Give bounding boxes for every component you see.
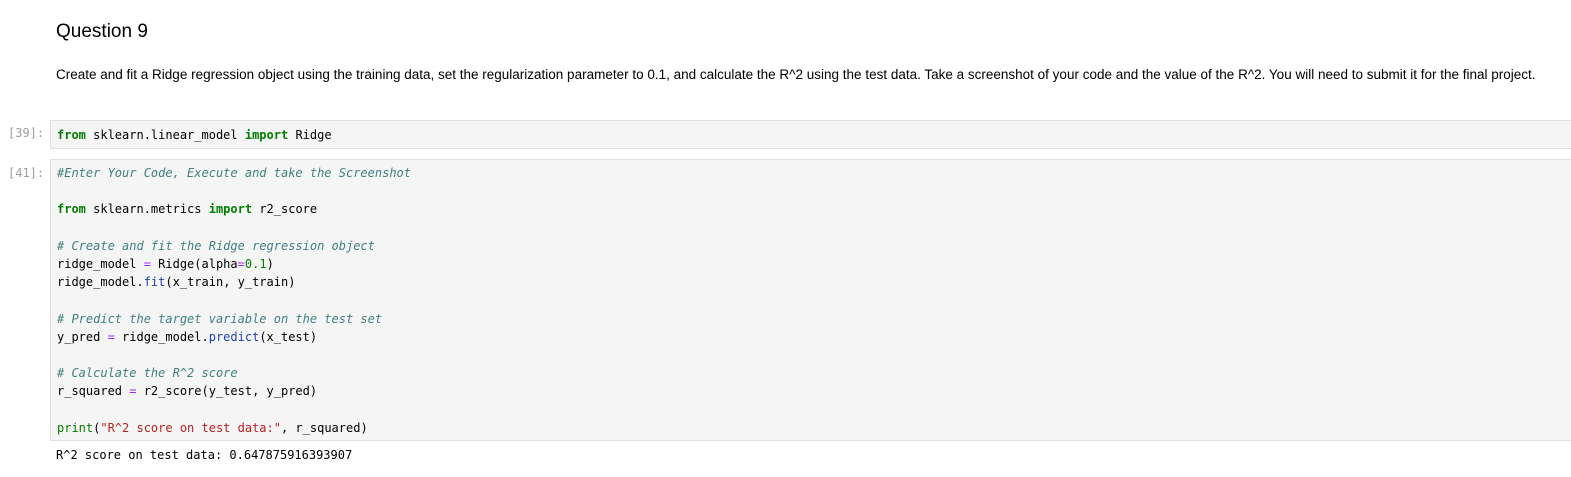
code-cell-ridge-model[interactable]: #Enter Your Code, Execute and take the S… [50, 159, 1571, 441]
code-text: r_squared [57, 384, 130, 399]
number-literal: 0.1 [244, 257, 267, 272]
code-text: ridge_model [57, 257, 144, 272]
code-comment: #Enter Your Code, Execute and take the S… [57, 166, 412, 180]
code-comment: # Create and fit the Ridge regression ob… [57, 238, 375, 253]
code-text: (x_test) [259, 329, 318, 344]
method-name: predict [208, 329, 260, 344]
code-text: ) [266, 257, 274, 272]
code-editor[interactable]: from sklearn.linear_model import Ridge [51, 121, 1571, 144]
markdown-cell[interactable]: Question 9 Create and fit a Ridge regres… [56, 18, 1556, 86]
method-name: fit [143, 275, 166, 290]
code-text: , r_squared) [280, 420, 368, 435]
operator: = [143, 257, 151, 272]
code-text: y_pred [57, 329, 108, 344]
question-heading: Question 9 [56, 21, 148, 42]
cell-prompt-39: [39]: [8, 126, 45, 140]
cell-output: R^2 score on test data: 0.64787591639390… [56, 448, 353, 462]
code-editor[interactable]: #Enter Your Code, Execute and take the S… [51, 160, 1571, 437]
keyword: from [57, 202, 86, 217]
builtin-function: print [57, 420, 94, 435]
code-text: Ridge [288, 128, 332, 142]
operator: = [237, 257, 245, 272]
code-text: (x_train, y_train) [165, 275, 296, 290]
keyword: import [208, 202, 253, 217]
code-cell-import-ridge[interactable]: from sklearn.linear_model import Ridge [50, 120, 1571, 149]
code-text: ridge_model. [114, 329, 209, 344]
keyword: from [57, 128, 86, 142]
code-text: sklearn.metrics [85, 202, 209, 217]
operator: = [107, 329, 115, 344]
code-text: r2_score [252, 202, 318, 217]
keyword: import [244, 128, 289, 142]
code-text: sklearn.linear_model [85, 128, 245, 142]
code-text: r2_score(y_test, y_pred) [136, 384, 318, 399]
code-comment: # Predict the target variable on the tes… [57, 311, 383, 326]
code-text: ridge_model. [57, 275, 144, 290]
cell-prompt-41: [41]: [8, 166, 45, 180]
string-literal: "R^2 score on test data:" [100, 420, 281, 435]
question-text: Create and fit a Ridge regression object… [56, 67, 1536, 82]
code-text: Ridge(alpha [150, 257, 238, 272]
code-comment: # Calculate the R^2 score [57, 366, 238, 381]
